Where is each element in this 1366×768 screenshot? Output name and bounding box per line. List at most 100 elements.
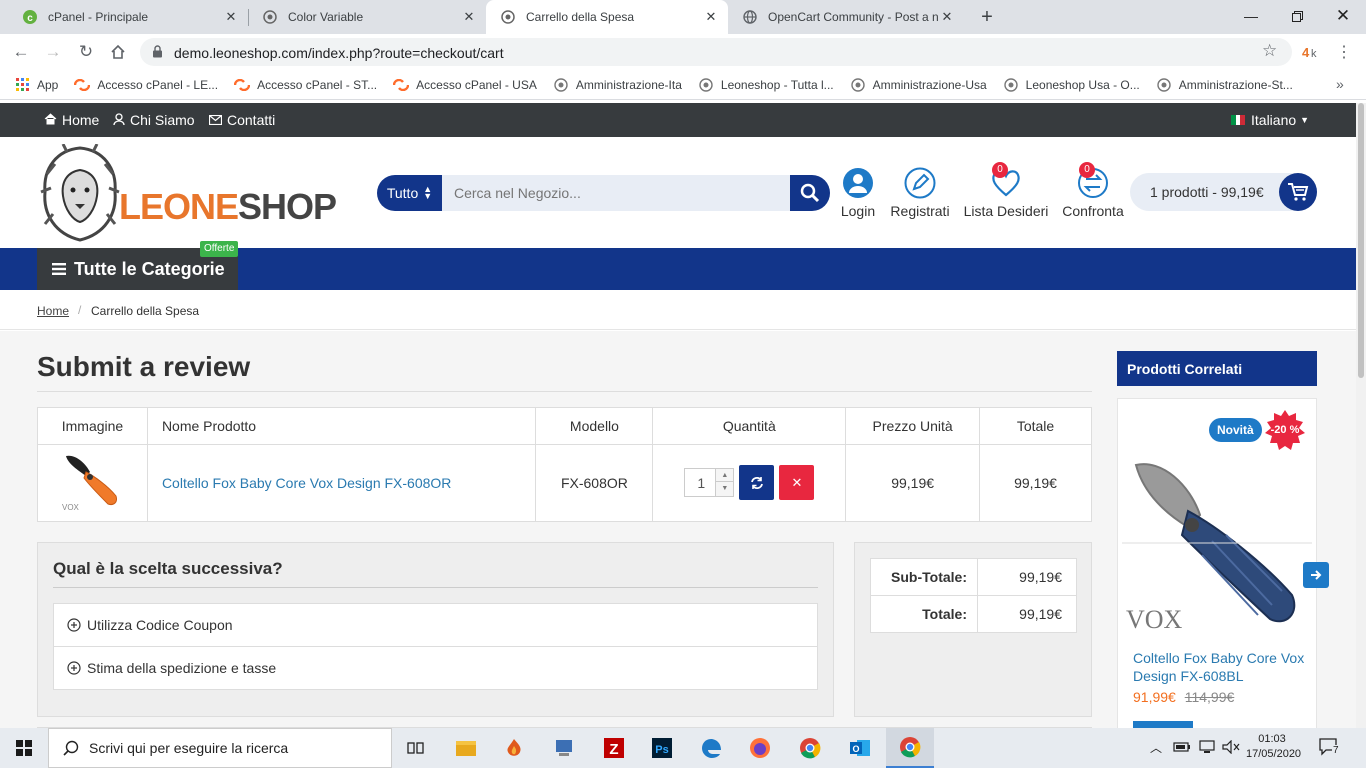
row-total: 99,19€ (979, 444, 1092, 522)
bookmark-item[interactable]: Accesso cPanel - USA (393, 77, 537, 93)
italy-flag-icon (1231, 115, 1245, 125)
page-scrollbar[interactable] (1356, 103, 1366, 728)
app-flame-icon[interactable] (490, 728, 538, 768)
back-icon[interactable]: ← (10, 41, 32, 63)
refresh-icon (751, 476, 763, 489)
battery-icon[interactable] (1173, 740, 1191, 757)
cart-table-header: Immagine Nome Prodotto Modello Quantità … (37, 407, 1092, 445)
remove-item-button[interactable]: ✕ (779, 465, 815, 500)
outlook-icon[interactable]: O (836, 728, 884, 768)
edge-icon[interactable] (688, 728, 736, 768)
close-tab-icon[interactable]: ✕ (938, 9, 956, 25)
filezilla-icon[interactable]: Z (590, 728, 638, 768)
offers-badge[interactable]: Offerte (200, 241, 239, 257)
tab-title: Color Variable (288, 10, 364, 24)
network-icon[interactable] (1198, 740, 1216, 757)
minimize-icon[interactable]: — (1228, 0, 1274, 32)
quantity-input[interactable]: 1 (697, 475, 705, 491)
coupon-accordion[interactable]: Utilizza Codice Coupon (54, 604, 817, 647)
menu-kebab-icon[interactable]: ⋮ (1336, 42, 1352, 62)
chrome-active-icon[interactable] (886, 728, 934, 768)
subtotal-value: 99,19€ (977, 558, 1077, 596)
product-thumbnail[interactable]: VOX (37, 444, 148, 522)
search-icon (63, 740, 79, 756)
restore-icon[interactable] (1274, 0, 1320, 32)
bookmarks-overflow-icon[interactable]: » (1336, 76, 1344, 92)
bookmark-item[interactable]: Accesso cPanel - ST... (234, 77, 377, 93)
user-icon (113, 112, 125, 128)
topnav-contacts[interactable]: Contatti (208, 112, 275, 128)
close-tab-icon[interactable]: ✕ (222, 9, 240, 25)
search-input[interactable] (442, 175, 790, 211)
compare-link[interactable]: 0 Confronta (1058, 162, 1128, 219)
cart-button[interactable]: 1 prodotti - 99,19€ (1130, 173, 1317, 211)
related-product-name[interactable]: Coltello Fox Baby Core Vox Design FX-608… (1133, 649, 1308, 685)
close-window-icon[interactable]: ✕ (1320, 0, 1366, 32)
file-explorer-icon[interactable] (442, 728, 490, 768)
browser-tab-cart[interactable]: Carrello della Spesa ✕ (486, 0, 728, 34)
windows-start-icon[interactable] (0, 728, 48, 768)
quantity-down-icon[interactable]: ▼ (715, 482, 734, 496)
bookmark-apps[interactable]: App (14, 77, 58, 93)
system-clock[interactable]: 01:03 17/05/2020 (1246, 732, 1301, 762)
shipping-accordion[interactable]: Stima della spedizione e tasse (54, 647, 817, 689)
forward-icon[interactable]: → (42, 41, 64, 63)
total-value: 99,19€ (977, 595, 1077, 633)
wishlist-link[interactable]: 0 Lista Desideri (960, 162, 1052, 219)
task-view-icon[interactable] (392, 728, 440, 768)
quantity-up-icon[interactable]: ▲ (715, 469, 734, 482)
compare-count-badge: 0 (1079, 162, 1095, 178)
chrome-icon[interactable] (786, 728, 834, 768)
browser-tab-cpanel[interactable]: c cPanel - Principale ✕ (8, 0, 248, 34)
bookmark-item[interactable]: Amministrazione-Ita (553, 77, 682, 93)
bookmark-item[interactable]: Accesso cPanel - LE... (74, 77, 218, 93)
update-quantity-button[interactable] (739, 465, 775, 500)
add-to-cart-button[interactable] (1133, 721, 1193, 728)
photoshop-icon[interactable]: Ps (638, 728, 686, 768)
speaker-muted-icon[interactable] (1222, 739, 1240, 757)
search-button[interactable] (790, 175, 830, 211)
bookmark-star-icon[interactable]: ☆ (1262, 41, 1277, 61)
taskbar-search-box[interactable]: Scrivi qui per eseguire la ricerca (48, 728, 392, 768)
home-icon[interactable] (107, 41, 129, 63)
firefox-icon[interactable] (736, 728, 784, 768)
bookmark-item[interactable]: Leoneshop - Tutta l... (698, 77, 834, 93)
topnav-about[interactable]: Chi Siamo (113, 112, 195, 128)
totals-panel: Sub-Totale: 99,19€ Totale: 99,19€ (854, 542, 1092, 717)
login-link[interactable]: Login (836, 167, 880, 219)
new-tab-icon[interactable]: + (976, 6, 998, 28)
cart-icon-wrap (1279, 173, 1317, 211)
carousel-next-button[interactable] (1303, 562, 1329, 588)
bookmark-item[interactable]: Amministrazione-Usa (850, 77, 987, 93)
close-tab-icon[interactable]: ✕ (460, 9, 478, 25)
globe-icon (742, 9, 758, 25)
topnav-home[interactable]: Home (44, 112, 99, 128)
action-center-icon[interactable]: 7 (1318, 737, 1358, 759)
language-selector[interactable]: Italiano ▼ (1231, 112, 1309, 128)
svg-text:Ps: Ps (655, 744, 668, 756)
unit-price: 99,19€ (845, 444, 981, 522)
address-bar[interactable]: demo.leoneshop.com/index.php?route=check… (140, 38, 1292, 66)
col-quantity: Quantità (652, 407, 847, 445)
search-category-select[interactable]: Tutto ▲ ▼ (377, 175, 442, 211)
browser-tab-color-variable[interactable]: Color Variable ✕ (248, 0, 486, 34)
register-link[interactable]: Registrati (888, 167, 952, 219)
lion-icon (262, 9, 278, 25)
lion-icon (500, 9, 516, 25)
bookmark-item[interactable]: Amministrazione-St... (1156, 77, 1293, 93)
product-name-link[interactable]: Coltello Fox Baby Core Vox Design FX-608… (162, 475, 451, 491)
tray-chevron-icon[interactable]: ︿ (1150, 739, 1162, 756)
scrollbar-thumb[interactable] (1358, 103, 1364, 378)
cart-table: Immagine Nome Prodotto Modello Quantità … (37, 407, 1092, 522)
browser-tab-opencart[interactable]: OpenCart Community - Post a ne ✕ (728, 0, 964, 34)
breadcrumb-home[interactable]: Home (37, 304, 69, 318)
network-app-icon[interactable] (540, 728, 588, 768)
bookmark-item[interactable]: Leoneshop Usa - O... (1003, 77, 1140, 93)
quantity-stepper[interactable]: 1 ▲ ▼ (684, 468, 735, 497)
close-tab-icon[interactable]: ✕ (702, 9, 720, 25)
reload-icon[interactable]: ↻ (75, 41, 97, 63)
extension-icon[interactable]: 4k (1302, 43, 1322, 64)
site-logo[interactable]: LEONESHOP (37, 144, 337, 242)
related-product-image[interactable]: VOX (1122, 455, 1312, 645)
main-content: Submit a review Immagine Nome Prodotto M… (0, 331, 1356, 728)
